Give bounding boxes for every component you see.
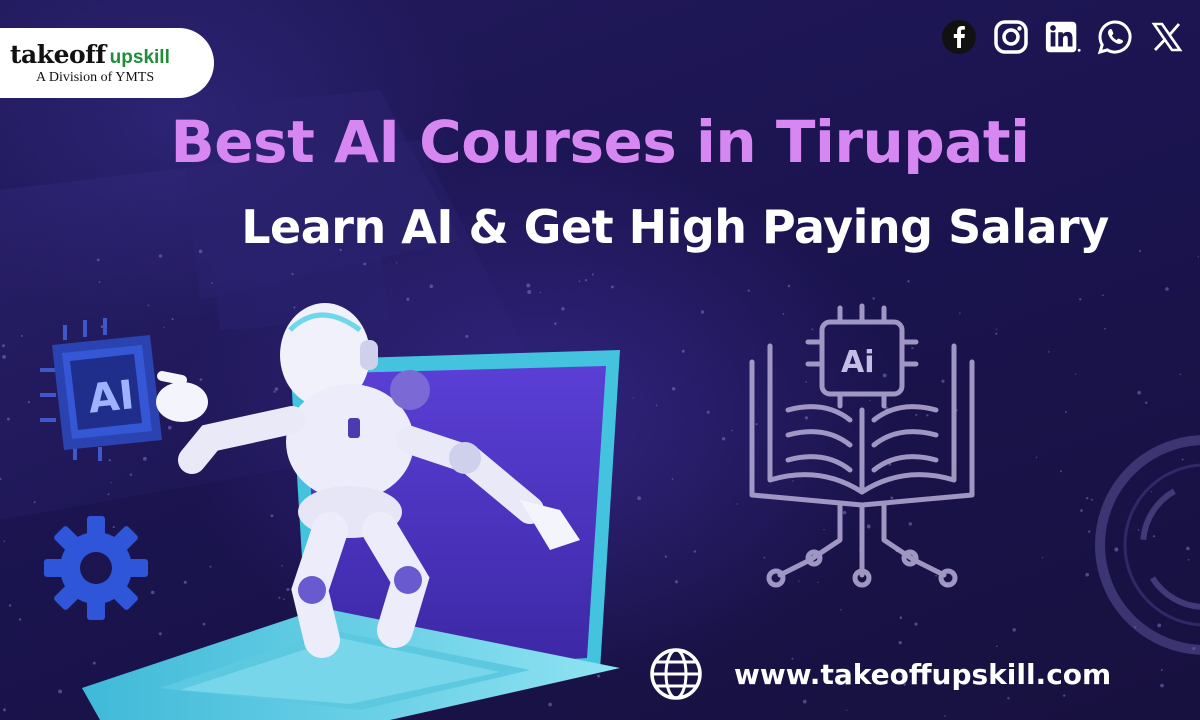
instagram-icon[interactable] xyxy=(992,18,1030,56)
website-link[interactable]: www.takeoffupskill.com xyxy=(648,646,1111,702)
page-subtitle: Learn AI & Get High Paying Salary xyxy=(241,200,1109,254)
banner: takeoff upskill A Division of YMTS Best … xyxy=(0,0,1200,720)
website-url[interactable]: www.takeoffupskill.com xyxy=(734,658,1111,691)
globe-icon[interactable] xyxy=(648,646,704,702)
page-title: Best AI Courses in Tirupati xyxy=(170,108,1031,176)
brand-tagline: A Division of YMTS xyxy=(36,70,155,85)
whatsapp-icon[interactable] xyxy=(1096,18,1134,56)
robot-laptop-illustration xyxy=(82,303,620,720)
social-links xyxy=(940,18,1186,56)
facebook-icon[interactable] xyxy=(940,18,978,56)
x-icon[interactable] xyxy=(1148,18,1186,56)
brand-logo[interactable]: takeoff upskill A Division of YMTS xyxy=(0,28,214,98)
linkedin-icon[interactable] xyxy=(1044,18,1082,56)
brand-name-primary: takeoff xyxy=(10,40,106,69)
brand-name-secondary: upskill xyxy=(109,47,170,68)
book-chip-label: Ai xyxy=(841,345,875,380)
ai-book-illustration: Ai xyxy=(749,303,975,588)
